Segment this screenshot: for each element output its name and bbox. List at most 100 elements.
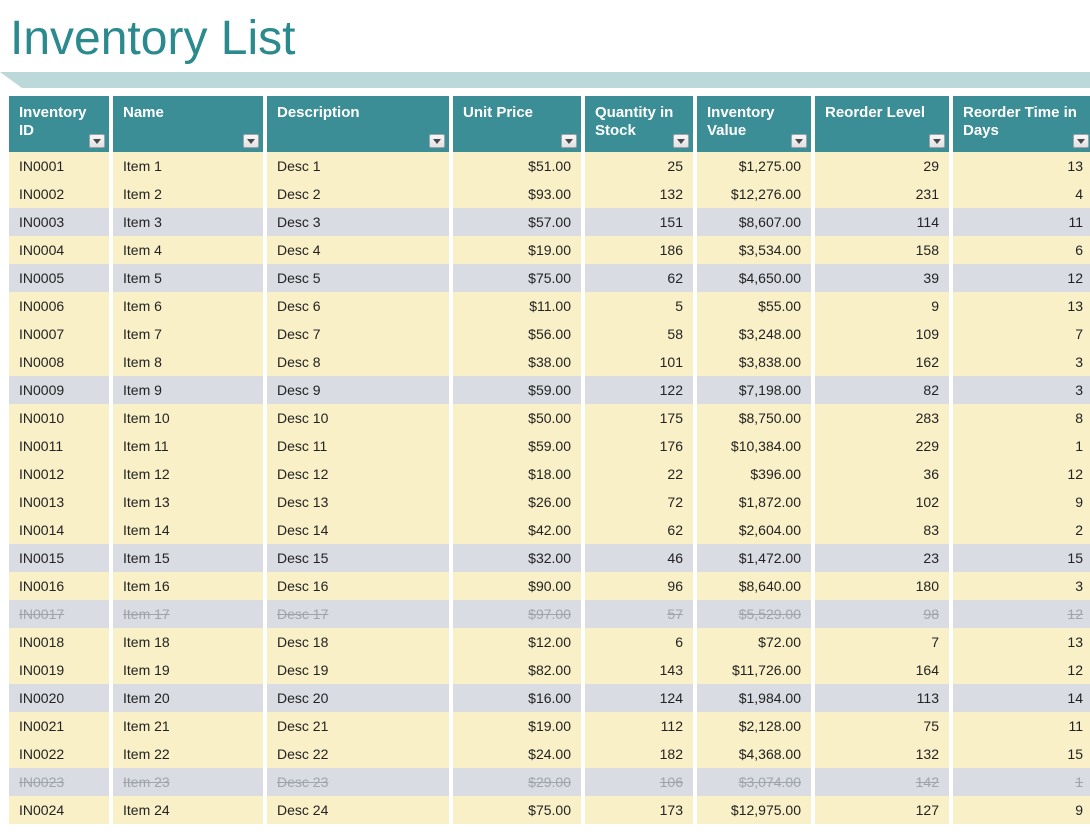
cell-reorder-level[interactable]: 158	[815, 236, 949, 264]
cell-quantity-in-stock[interactable]: 46	[585, 544, 693, 572]
cell-description[interactable]: Desc 22	[267, 740, 449, 768]
cell-description[interactable]: Desc 7	[267, 320, 449, 348]
cell-reorder-time-in-days[interactable]: 4	[953, 180, 1090, 208]
filter-dropdown-icon[interactable]	[673, 134, 689, 148]
cell-inventory-id[interactable]: IN0019	[9, 656, 109, 684]
table-row[interactable]: IN0023Item 23Desc 23$29.00106$3,074.0014…	[9, 768, 1090, 796]
cell-reorder-time-in-days[interactable]: 15	[953, 740, 1090, 768]
cell-name[interactable]: Item 17	[113, 600, 263, 628]
cell-quantity-in-stock[interactable]: 6	[585, 628, 693, 656]
cell-inventory-id[interactable]: IN0009	[9, 376, 109, 404]
cell-name[interactable]: Item 18	[113, 628, 263, 656]
cell-inventory-value[interactable]: $4,650.00	[697, 264, 811, 292]
cell-description[interactable]: Desc 24	[267, 796, 449, 824]
cell-inventory-value[interactable]: $12,276.00	[697, 180, 811, 208]
cell-inventory-value[interactable]: $8,750.00	[697, 404, 811, 432]
cell-unit-price[interactable]: $29.00	[453, 768, 581, 796]
cell-inventory-value[interactable]: $396.00	[697, 460, 811, 488]
cell-reorder-level[interactable]: 83	[815, 516, 949, 544]
cell-inventory-id[interactable]: IN0010	[9, 404, 109, 432]
cell-unit-price[interactable]: $42.00	[453, 516, 581, 544]
cell-description[interactable]: Desc 20	[267, 684, 449, 712]
cell-reorder-time-in-days[interactable]: 14	[953, 684, 1090, 712]
cell-inventory-value[interactable]: $1,275.00	[697, 152, 811, 180]
cell-reorder-time-in-days[interactable]: 13	[953, 152, 1090, 180]
cell-quantity-in-stock[interactable]: 106	[585, 768, 693, 796]
cell-inventory-id[interactable]: IN0002	[9, 180, 109, 208]
cell-quantity-in-stock[interactable]: 173	[585, 796, 693, 824]
cell-reorder-time-in-days[interactable]: 9	[953, 488, 1090, 516]
table-row[interactable]: IN0004Item 4Desc 4$19.00186$3,534.001586	[9, 236, 1090, 264]
table-row[interactable]: IN0012Item 12Desc 12$18.0022$396.003612	[9, 460, 1090, 488]
filter-dropdown-icon[interactable]	[243, 134, 259, 148]
cell-inventory-id[interactable]: IN0018	[9, 628, 109, 656]
cell-reorder-level[interactable]: 36	[815, 460, 949, 488]
cell-reorder-time-in-days[interactable]: 6	[953, 236, 1090, 264]
cell-name[interactable]: Item 12	[113, 460, 263, 488]
cell-reorder-level[interactable]: 162	[815, 348, 949, 376]
cell-quantity-in-stock[interactable]: 57	[585, 600, 693, 628]
cell-inventory-value[interactable]: $11,726.00	[697, 656, 811, 684]
table-row[interactable]: IN0016Item 16Desc 16$90.0096$8,640.00180…	[9, 572, 1090, 600]
cell-inventory-id[interactable]: IN0014	[9, 516, 109, 544]
cell-name[interactable]: Item 6	[113, 292, 263, 320]
cell-quantity-in-stock[interactable]: 112	[585, 712, 693, 740]
cell-quantity-in-stock[interactable]: 132	[585, 180, 693, 208]
cell-name[interactable]: Item 16	[113, 572, 263, 600]
table-row[interactable]: IN0002Item 2Desc 2$93.00132$12,276.00231…	[9, 180, 1090, 208]
cell-name[interactable]: Item 1	[113, 152, 263, 180]
cell-name[interactable]: Item 19	[113, 656, 263, 684]
cell-inventory-value[interactable]: $3,074.00	[697, 768, 811, 796]
cell-quantity-in-stock[interactable]: 62	[585, 516, 693, 544]
cell-inventory-id[interactable]: IN0022	[9, 740, 109, 768]
col-description[interactable]: Description	[267, 96, 449, 152]
col-unit-price[interactable]: Unit Price	[453, 96, 581, 152]
col-inventory-value[interactable]: Inventory Value	[697, 96, 811, 152]
cell-name[interactable]: Item 22	[113, 740, 263, 768]
cell-unit-price[interactable]: $90.00	[453, 572, 581, 600]
cell-unit-price[interactable]: $75.00	[453, 796, 581, 824]
cell-unit-price[interactable]: $16.00	[453, 684, 581, 712]
filter-dropdown-icon[interactable]	[791, 134, 807, 148]
cell-unit-price[interactable]: $24.00	[453, 740, 581, 768]
cell-inventory-id[interactable]: IN0008	[9, 348, 109, 376]
cell-description[interactable]: Desc 17	[267, 600, 449, 628]
col-inventory-id[interactable]: Inventory ID	[9, 96, 109, 152]
cell-inventory-value[interactable]: $7,198.00	[697, 376, 811, 404]
cell-inventory-id[interactable]: IN0011	[9, 432, 109, 460]
cell-quantity-in-stock[interactable]: 151	[585, 208, 693, 236]
cell-quantity-in-stock[interactable]: 176	[585, 432, 693, 460]
cell-reorder-time-in-days[interactable]: 12	[953, 656, 1090, 684]
cell-name[interactable]: Item 20	[113, 684, 263, 712]
cell-reorder-time-in-days[interactable]: 1	[953, 768, 1090, 796]
cell-reorder-level[interactable]: 7	[815, 628, 949, 656]
cell-name[interactable]: Item 3	[113, 208, 263, 236]
cell-quantity-in-stock[interactable]: 122	[585, 376, 693, 404]
cell-name[interactable]: Item 21	[113, 712, 263, 740]
table-row[interactable]: IN0005Item 5Desc 5$75.0062$4,650.003912	[9, 264, 1090, 292]
cell-inventory-id[interactable]: IN0003	[9, 208, 109, 236]
cell-inventory-value[interactable]: $1,472.00	[697, 544, 811, 572]
cell-name[interactable]: Item 4	[113, 236, 263, 264]
cell-inventory-value[interactable]: $10,384.00	[697, 432, 811, 460]
cell-unit-price[interactable]: $51.00	[453, 152, 581, 180]
cell-description[interactable]: Desc 16	[267, 572, 449, 600]
cell-name[interactable]: Item 11	[113, 432, 263, 460]
cell-unit-price[interactable]: $93.00	[453, 180, 581, 208]
cell-name[interactable]: Item 23	[113, 768, 263, 796]
cell-reorder-time-in-days[interactable]: 3	[953, 348, 1090, 376]
cell-name[interactable]: Item 15	[113, 544, 263, 572]
cell-reorder-level[interactable]: 23	[815, 544, 949, 572]
cell-unit-price[interactable]: $59.00	[453, 432, 581, 460]
col-reorder-time-in-days[interactable]: Reorder Time in Days	[953, 96, 1090, 152]
filter-dropdown-icon[interactable]	[929, 134, 945, 148]
cell-description[interactable]: Desc 13	[267, 488, 449, 516]
cell-inventory-value[interactable]: $55.00	[697, 292, 811, 320]
cell-description[interactable]: Desc 21	[267, 712, 449, 740]
filter-dropdown-icon[interactable]	[1073, 134, 1089, 148]
cell-quantity-in-stock[interactable]: 96	[585, 572, 693, 600]
table-row[interactable]: IN0014Item 14Desc 14$42.0062$2,604.00832	[9, 516, 1090, 544]
table-row[interactable]: IN0020Item 20Desc 20$16.00124$1,984.0011…	[9, 684, 1090, 712]
cell-reorder-level[interactable]: 132	[815, 740, 949, 768]
cell-quantity-in-stock[interactable]: 143	[585, 656, 693, 684]
